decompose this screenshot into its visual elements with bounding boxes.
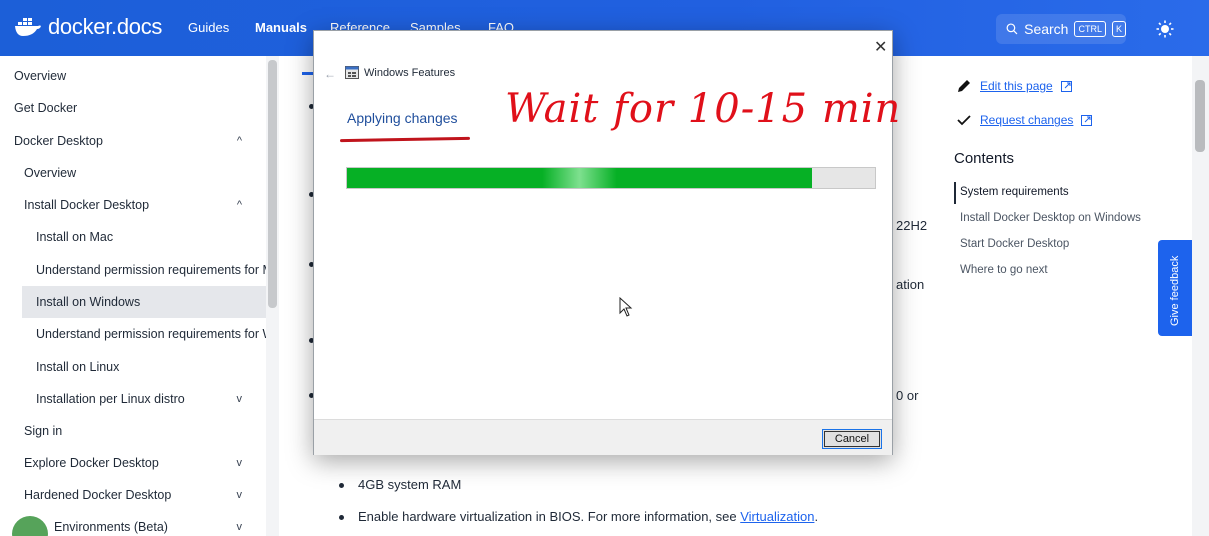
nav-guides[interactable]: Guides: [188, 20, 229, 35]
progress-bar: [346, 167, 876, 189]
theme-toggle-sun-icon[interactable]: [1156, 20, 1174, 38]
chevron-up-icon[interactable]: ^: [237, 135, 242, 147]
sidebar-item-label: Understand permission requirements for W…: [36, 327, 266, 341]
dialog-status: Applying changes: [347, 110, 458, 126]
sidebar-item-install-mac[interactable]: Install on Mac: [0, 221, 266, 253]
sidebar-item-label: Understand permission requirements for M…: [36, 263, 266, 277]
blank-panel: [948, 480, 1160, 536]
requirement-ram: 4GB system RAM: [358, 477, 462, 492]
handwritten-annotation: Wait for 10-15 min: [505, 86, 902, 132]
sidebar-item-label: Install Docker Desktop: [24, 198, 150, 212]
sidebar-item-dd-overview[interactable]: Overview: [0, 157, 266, 189]
logo-text: docker.docs: [48, 14, 163, 39]
external-link-icon: [1081, 114, 1093, 126]
sidebar-item-permissions-windows[interactable]: Understand permission requirements for W…: [0, 318, 266, 350]
request-changes[interactable]: Request changes: [956, 112, 1093, 128]
sidebar-scrollbar-thumb[interactable]: [268, 60, 277, 308]
give-feedback-button[interactable]: Give feedback: [1158, 240, 1192, 336]
nav-manuals[interactable]: Manuals: [255, 20, 307, 35]
docker-whale-icon: [15, 18, 41, 36]
requirement-virtualization-text: Enable hardware virtualization in BIOS. …: [358, 509, 741, 524]
close-icon[interactable]: ✕: [874, 37, 887, 57]
bullet-dot: [339, 515, 344, 520]
mouse-cursor-icon: [619, 297, 633, 317]
docker-docs-logo[interactable]: docker.docs: [14, 14, 162, 40]
requirement-virtualization-suffix: .: [814, 509, 819, 524]
sidebar-item-label: Overview: [24, 166, 77, 180]
sidebar-item-overview[interactable]: Overview: [0, 60, 266, 92]
sidebar-item-install-windows[interactable]: Install on Windows: [22, 286, 266, 318]
sidebar-item-docker-desktop[interactable]: Docker Desktop ^: [0, 125, 266, 157]
sidebar-item-label: Docker Desktop: [14, 134, 103, 148]
sidebar-item-linux-distro[interactable]: Installation per Linux distro v: [0, 383, 266, 415]
content-fragment-0or: 0 or: [896, 388, 919, 403]
windows-features-icon: [345, 66, 359, 79]
toc-where-next[interactable]: Where to go next: [960, 264, 1048, 276]
checkmark-icon: [957, 115, 971, 126]
sidebar-item-explore[interactable]: Explore Docker Desktop v: [0, 447, 266, 479]
content-fragment-ation: ation: [896, 277, 925, 292]
chevron-down-icon[interactable]: v: [237, 521, 243, 533]
sidebar-item-label: Environments (Beta): [54, 520, 168, 534]
chevron-down-icon[interactable]: v: [237, 457, 243, 469]
search-label: Search: [1024, 21, 1069, 37]
sidebar-item-label: Sign in: [24, 424, 63, 438]
sidebar-item-label: Install on Mac: [36, 230, 114, 244]
dialog-title: Windows Features: [364, 67, 456, 79]
bullet-dot: [339, 483, 344, 488]
back-arrow-icon[interactable]: ←: [324, 67, 336, 81]
sidebar-item-permissions-mac[interactable]: Understand permission requirements for M…: [0, 254, 266, 286]
page-scrollbar-thumb[interactable]: [1195, 80, 1205, 152]
sidebar-item-label: Install on Linux: [36, 360, 120, 374]
chevron-up-icon[interactable]: ^: [237, 199, 242, 211]
sidebar-item-label: Hardened Docker Desktop: [24, 488, 172, 502]
progress-bar-fill: [347, 168, 812, 188]
sidebar-item-install-linux[interactable]: Install on Linux: [0, 351, 266, 383]
edit-this-page-link[interactable]: Edit this page: [980, 79, 1053, 93]
search-button[interactable]: Search CTRL K: [996, 14, 1126, 44]
sidebar-item-sign-in[interactable]: Sign in: [0, 415, 266, 447]
toc-start-docker-desktop[interactable]: Start Docker Desktop: [960, 238, 1069, 250]
requirement-virtualization: Enable hardware virtualization in BIOS. …: [358, 509, 818, 524]
sidebar-item-label: Explore Docker Desktop: [24, 456, 159, 470]
sidebar-item-install-docker-desktop[interactable]: Install Docker Desktop ^: [0, 189, 266, 221]
request-changes-link[interactable]: Request changes: [980, 113, 1073, 127]
cancel-button[interactable]: Cancel: [822, 429, 882, 449]
kbd-ctrl: CTRL: [1074, 21, 1106, 37]
toc-active-indicator: [954, 182, 956, 204]
content-fragment-22h2: 22H2: [896, 218, 928, 233]
virtualization-link[interactable]: Virtualization: [740, 509, 814, 524]
chevron-down-icon[interactable]: v: [237, 489, 243, 501]
sidebar-item-label: Install on Windows: [36, 295, 141, 309]
dialog-footer: Cancel: [314, 419, 892, 455]
kbd-k: K: [1111, 21, 1126, 37]
sidebar-item-label: Overview: [14, 69, 67, 83]
sidebar-nav: Overview Get Docker Docker Desktop ^ Over…: [0, 56, 279, 536]
external-link-icon: [1060, 80, 1072, 92]
toc-system-requirements[interactable]: System requirements: [960, 186, 1069, 198]
give-feedback-label: Give feedback: [1169, 255, 1181, 326]
search-icon: [1006, 23, 1018, 35]
sidebar-item-get-docker[interactable]: Get Docker: [0, 92, 266, 124]
edit-this-page[interactable]: Edit this page: [956, 78, 1072, 94]
pencil-icon: [958, 80, 970, 92]
sidebar-item-label: Installation per Linux distro: [36, 392, 185, 406]
sidebar-item-hardened[interactable]: Hardened Docker Desktop v: [0, 479, 266, 511]
contents-heading: Contents: [954, 150, 1015, 167]
toc-install-windows[interactable]: Install Docker Desktop on Windows: [960, 212, 1141, 224]
chevron-down-icon[interactable]: v: [237, 393, 243, 405]
sidebar-item-label: Get Docker: [14, 101, 78, 115]
